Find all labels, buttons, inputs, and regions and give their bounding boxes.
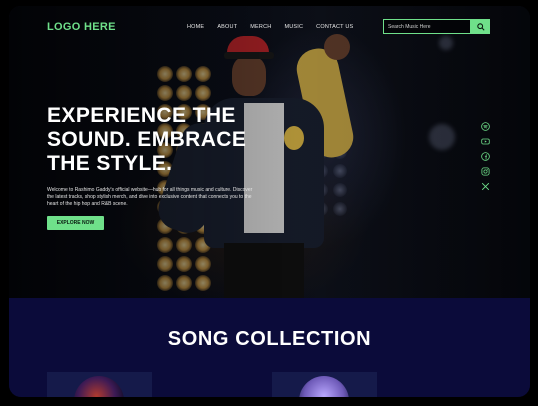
x-icon[interactable] bbox=[481, 178, 490, 191]
spotify-icon[interactable] bbox=[481, 118, 490, 131]
page-frame: LOGO HERE HOME ABOUT MERCH MUSIC CONTACT… bbox=[9, 6, 530, 397]
site-logo[interactable]: LOGO HERE bbox=[47, 21, 116, 33]
section-title: SONG COLLECTION bbox=[167, 328, 372, 350]
youtube-icon[interactable] bbox=[481, 133, 490, 145]
song-card[interactable] bbox=[272, 372, 377, 397]
search-button[interactable] bbox=[471, 19, 490, 34]
nav-link-home[interactable]: HOME bbox=[187, 24, 204, 30]
main-nav: HOME ABOUT MERCH MUSIC CONTACT US bbox=[187, 24, 353, 30]
search-icon bbox=[476, 22, 485, 31]
nav-link-music[interactable]: MUSIC bbox=[284, 24, 303, 30]
search-bar bbox=[383, 19, 490, 34]
hero-headline: EXPERIENCE THE SOUND. EMBRACE THE STYLE. bbox=[47, 104, 247, 175]
song-cover-image bbox=[74, 376, 124, 397]
instagram-icon[interactable] bbox=[481, 163, 490, 176]
song-cover-image bbox=[299, 376, 349, 397]
explore-now-button[interactable]: EXPLORE NOW bbox=[47, 216, 104, 230]
social-links bbox=[481, 118, 490, 191]
nav-link-contact[interactable]: CONTACT US bbox=[316, 24, 353, 30]
facebook-icon[interactable] bbox=[481, 148, 490, 161]
hero-section: LOGO HERE HOME ABOUT MERCH MUSIC CONTACT… bbox=[9, 6, 530, 298]
song-card[interactable] bbox=[47, 372, 152, 397]
search-input[interactable] bbox=[383, 19, 471, 34]
song-collection-section: SONG COLLECTION bbox=[9, 298, 530, 397]
nav-link-merch[interactable]: MERCH bbox=[250, 24, 271, 30]
hero-intro: Welcome to Rashimo Gaddy's official webs… bbox=[47, 187, 253, 207]
nav-link-about[interactable]: ABOUT bbox=[217, 24, 237, 30]
